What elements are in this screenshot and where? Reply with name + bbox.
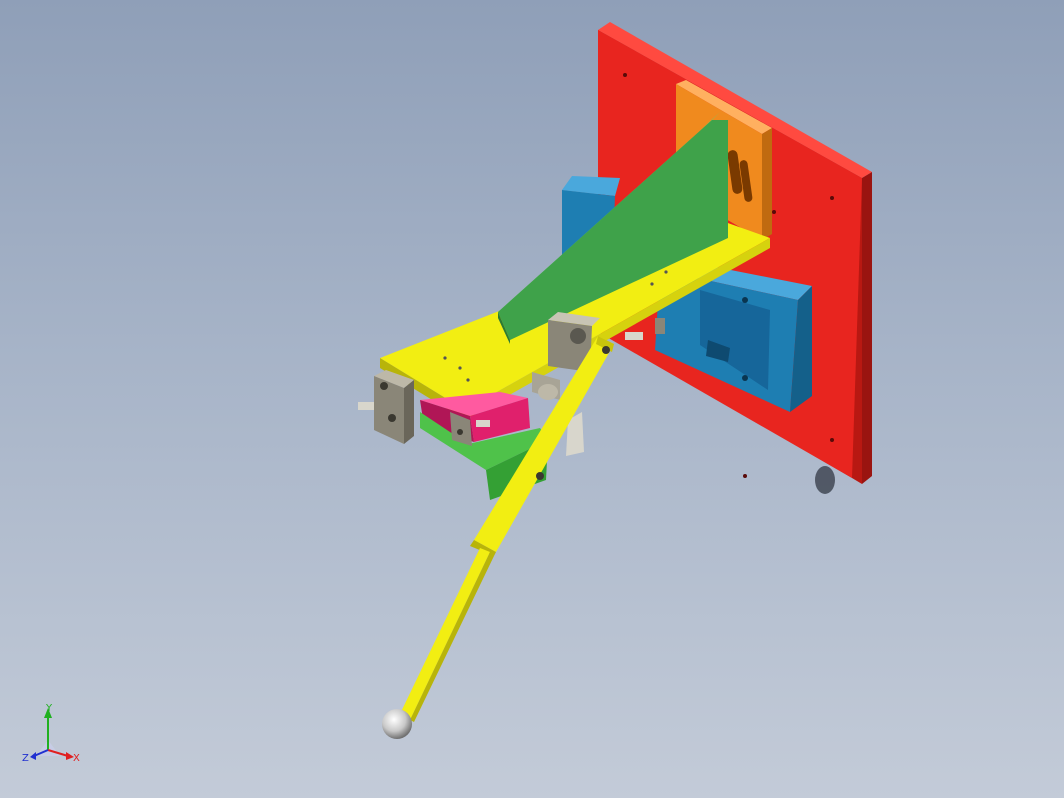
cad-model-view[interactable]: Y X Z (0, 0, 1064, 798)
plate-shadow (815, 466, 835, 494)
handle-ball[interactable] (382, 709, 412, 739)
view-triad[interactable]: Y X Z (22, 703, 80, 764)
graphics-viewport[interactable]: Y X Z (0, 0, 1064, 798)
z-axis-label: Z (22, 753, 29, 764)
end-block[interactable] (358, 370, 414, 444)
x-axis-label: X (73, 753, 80, 764)
y-axis-label: Y (45, 703, 53, 714)
